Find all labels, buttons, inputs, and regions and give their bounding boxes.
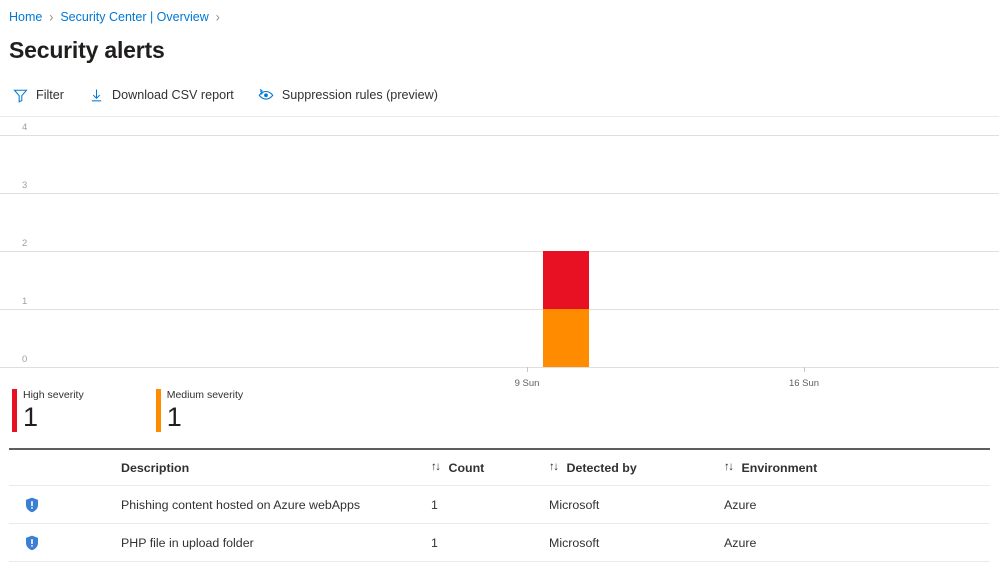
column-header-detected-by[interactable]: ↑↓ Detected by: [549, 450, 724, 486]
breadcrumb-item-security-center-overview[interactable]: Security Center | Overview: [60, 10, 208, 24]
severity-legend: High severity 1 Medium severity 1: [0, 389, 999, 432]
alerts-over-time-chart: 432109 Sun16 Sun: [0, 117, 999, 379]
download-icon: [88, 87, 104, 103]
column-header-detected-by-label: Detected by: [567, 461, 637, 475]
column-header-count[interactable]: ↑↓ Count: [431, 450, 549, 486]
table-row[interactable]: Phishing content hosted on Azure webApps…: [9, 485, 990, 523]
x-axis-tick-label: 9 Sun: [515, 378, 540, 389]
column-header-count-label: Count: [449, 461, 485, 475]
cell-detected-by: Microsoft: [549, 485, 724, 523]
breadcrumb-separator-icon: ›: [216, 9, 220, 25]
download-csv-report-label: Download CSV report: [112, 88, 234, 102]
chart-gridline: [0, 135, 999, 136]
chart-gridline: [0, 309, 999, 310]
medium-severity-label: Medium severity: [167, 389, 243, 402]
chart-plot-area: 432109 Sun16 Sun: [0, 117, 999, 379]
cell-count: 1: [431, 485, 549, 523]
cell-environment: Azure: [724, 485, 990, 523]
x-axis-tick-label: 16 Sun: [789, 378, 819, 389]
sort-icon[interactable]: ↑↓: [549, 462, 558, 474]
column-header-environment[interactable]: ↑↓ Environment: [724, 450, 990, 486]
column-header-description-label: Description: [121, 461, 189, 475]
column-header-description[interactable]: Description: [121, 450, 431, 486]
y-axis-tick-label: 4: [22, 122, 27, 135]
y-axis-tick-label: 1: [22, 296, 27, 309]
table-row[interactable]: PHP file in upload folder1MicrosoftAzure: [9, 523, 990, 561]
legend-item-medium-severity[interactable]: Medium severity 1: [156, 389, 243, 432]
shield-alert-icon: [25, 497, 39, 513]
breadcrumb: Home › Security Center | Overview ›: [0, 0, 999, 28]
chart-bar[interactable]: [543, 251, 589, 367]
filter-button-label: Filter: [36, 88, 64, 102]
alerts-table: Description ↑↓ Count ↑↓ Detected by: [9, 450, 990, 562]
sort-icon[interactable]: ↑↓: [431, 462, 440, 474]
y-axis-tick-label: 2: [22, 238, 27, 251]
high-severity-color-swatch: [12, 389, 17, 432]
cell-environment: Azure: [724, 523, 990, 561]
chart-gridline: [0, 251, 999, 252]
cell-severity: [9, 485, 121, 523]
command-bar: Filter Download CSV report Suppression r…: [0, 78, 999, 112]
chart-gridline: [0, 367, 999, 368]
cell-description: Phishing content hosted on Azure webApps: [121, 485, 431, 523]
y-axis-tick-label: 0: [22, 354, 27, 367]
shield-alert-icon: [25, 535, 39, 551]
high-severity-count: 1: [23, 402, 84, 432]
breadcrumb-separator-icon: ›: [49, 9, 53, 25]
cell-count: 1: [431, 523, 549, 561]
high-severity-label: High severity: [23, 389, 84, 402]
cell-detected-by: Microsoft: [549, 523, 724, 561]
cell-severity: [9, 523, 121, 561]
alerts-table-container: Description ↑↓ Count ↑↓ Detected by: [0, 448, 999, 562]
x-axis-tick: [804, 367, 805, 372]
x-axis-tick: [527, 367, 528, 372]
chart-gridline: [0, 193, 999, 194]
chart-bar-segment[interactable]: [543, 309, 589, 367]
chart-bar-segment[interactable]: [543, 251, 589, 309]
suppression-rules-label: Suppression rules (preview): [282, 88, 438, 102]
medium-severity-count: 1: [167, 402, 243, 432]
eye-slash-icon: [258, 87, 274, 103]
cell-description: PHP file in upload folder: [121, 523, 431, 561]
y-axis-tick-label: 3: [22, 180, 27, 193]
table-header-row: Description ↑↓ Count ↑↓ Detected by: [9, 450, 990, 486]
download-csv-report-button[interactable]: Download CSV report: [88, 80, 234, 110]
suppression-rules-button[interactable]: Suppression rules (preview): [258, 80, 438, 110]
page-title: Security alerts: [0, 28, 999, 64]
filter-button[interactable]: Filter: [12, 80, 64, 110]
filter-icon: [12, 87, 28, 103]
legend-item-high-severity[interactable]: High severity 1: [12, 389, 84, 432]
medium-severity-color-swatch: [156, 389, 161, 432]
column-header-environment-label: Environment: [742, 461, 818, 475]
column-header-severity: [9, 450, 121, 486]
sort-icon[interactable]: ↑↓: [724, 462, 733, 474]
breadcrumb-item-home[interactable]: Home: [9, 10, 42, 24]
